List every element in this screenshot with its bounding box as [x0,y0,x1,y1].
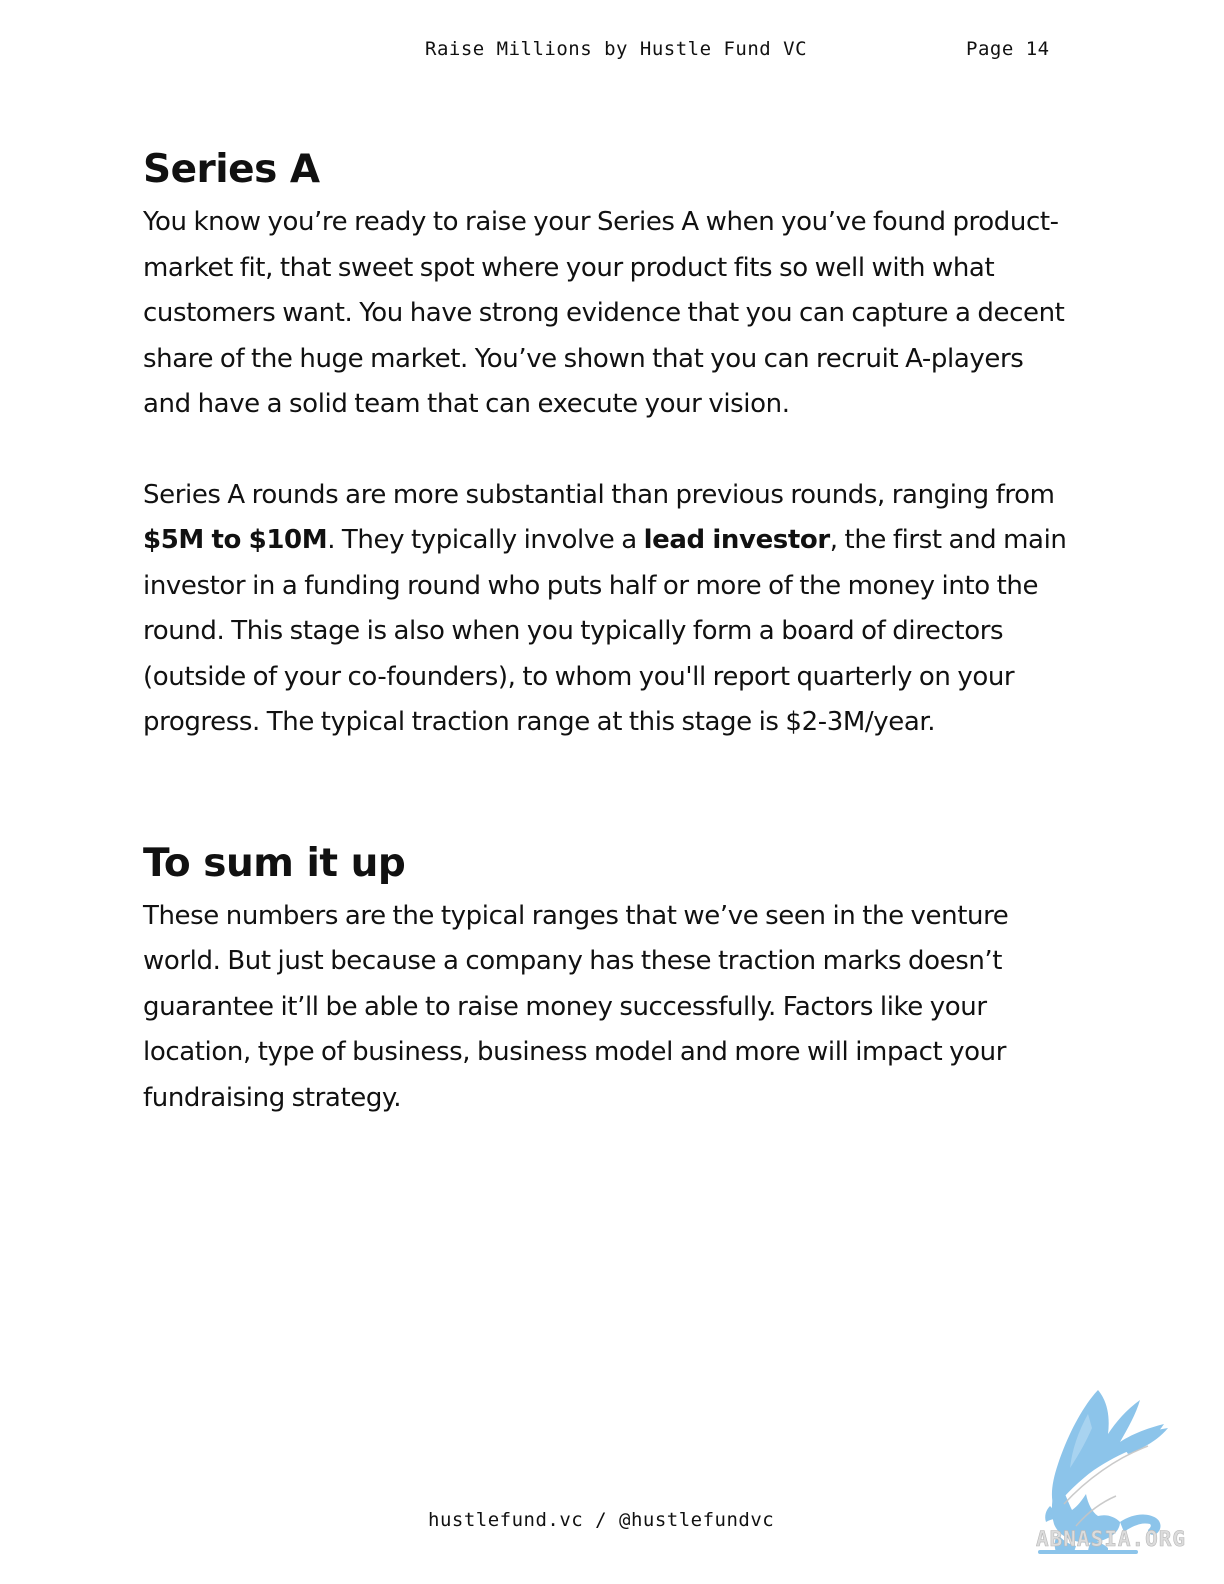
bold-lead-investor: lead investor [643,525,831,555]
text-run: , the first and main investor in a fundi… [143,525,1067,737]
footer-text: hustlefund.vc / @hustlefundvc [428,1509,775,1531]
bold-amount-range: $5M to $10M [143,525,328,555]
text-run: . They typically involve a [327,525,644,555]
page-number: Page 14 [966,38,1050,60]
section-heading-series-a: Series A [143,147,320,192]
page-content: Series A You know you’re ready to raise … [143,140,1073,1121]
series-a-paragraph-2: Series A rounds are more substantial tha… [143,473,1073,746]
document-header-title: Raise Millions by Hustle Fund VC [425,38,808,60]
sum-up-paragraph: These numbers are the typical ranges tha… [143,900,1009,1113]
series-a-paragraph-1: You know you’re ready to raise your Seri… [143,207,1065,419]
section-heading-sum-up: To sum it up [143,840,406,886]
text-run: Series A rounds are more substantial tha… [143,479,1055,510]
watermark-text: ABNASIA.ORG [1036,1527,1187,1552]
